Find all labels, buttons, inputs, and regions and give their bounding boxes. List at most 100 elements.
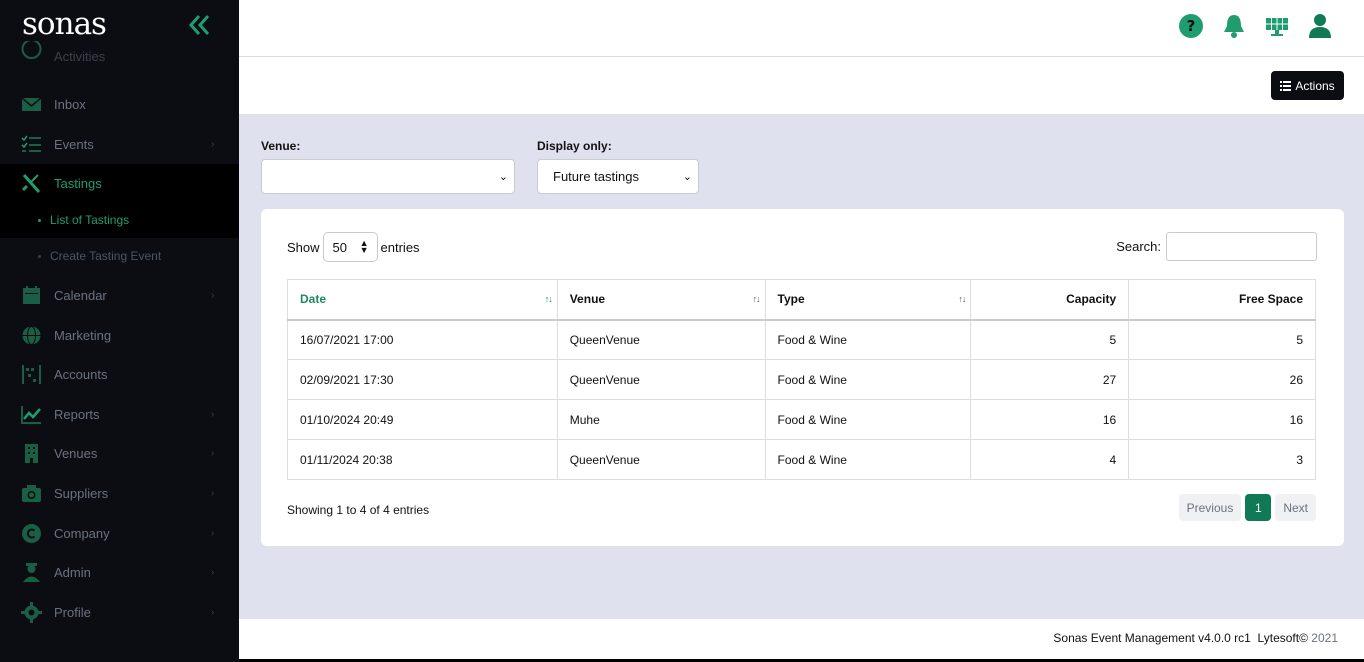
solar-panel-icon[interactable] xyxy=(1265,13,1289,39)
page-1-button[interactable]: 1 xyxy=(1245,494,1272,521)
sidebar-item-label: Profile xyxy=(54,604,91,620)
sidebar-item-marketing[interactable]: Marketing xyxy=(0,316,239,354)
cell-date: 01/11/2024 20:38 xyxy=(287,439,558,480)
top-header: ? xyxy=(239,0,1364,57)
table-row[interactable]: 02/09/2021 17:30 QueenVenue Food & Wine … xyxy=(287,359,1316,400)
entries-select-value: 50 xyxy=(332,239,347,255)
sidebar-subitem-create-tasting-event[interactable]: Create Tasting Event xyxy=(0,238,239,274)
sort-updown-icon: ▲ ▼ xyxy=(359,238,369,255)
entries-select[interactable]: 50 ▲ ▼ xyxy=(322,232,378,262)
main-content: Venue: ⌄ Display only: Future tastings ⌄… xyxy=(239,114,1364,619)
utensils-icon xyxy=(21,173,41,193)
footer-text: Sonas Event Management v4.0.0 rc1 Lyteso… xyxy=(1053,631,1338,645)
column-header-free-space[interactable]: Free Space xyxy=(1128,279,1316,321)
pagination: Previous 1 Next xyxy=(1178,494,1316,521)
sidebar-item-activities[interactable]: Activities xyxy=(0,41,239,73)
sidebar-item-calendar[interactable]: Calendar › xyxy=(0,276,239,314)
chevron-down-icon: ⌄ xyxy=(682,171,692,183)
chevron-right-icon: › xyxy=(211,447,215,459)
sidebar-item-label: Suppliers xyxy=(54,485,109,501)
entries-length-control: Show 50 ▲ ▼ entries xyxy=(287,232,420,262)
search-input[interactable] xyxy=(1166,232,1317,261)
sidebar-item-events[interactable]: Events › xyxy=(0,125,239,163)
table-row[interactable]: 01/10/2024 20:49 Muhe Food & Wine 16 16 xyxy=(287,399,1316,440)
column-header-label: Type xyxy=(777,292,805,307)
column-header-date[interactable]: Date ↑↓ xyxy=(287,279,558,321)
chevron-right-icon: › xyxy=(211,566,215,578)
sidebar-subitem-label: Create Tasting Event xyxy=(50,249,162,263)
cell-free-space: 16 xyxy=(1128,399,1316,440)
cell-type: Food & Wine xyxy=(764,319,972,360)
venue-filter-label: Venue: xyxy=(261,139,301,153)
footer-year: 2021 xyxy=(1311,631,1338,645)
sidebar-item-label: Marketing xyxy=(54,327,112,343)
table-info: Showing 1 to 4 of 4 entries xyxy=(287,503,430,517)
sidebar-item-inbox[interactable]: Inbox xyxy=(0,85,239,123)
chevron-right-icon: › xyxy=(211,527,215,539)
cell-type: Food & Wine xyxy=(764,359,972,400)
cell-capacity: 4 xyxy=(970,439,1130,480)
calendar-icon xyxy=(23,285,40,304)
sidebar-item-suppliers[interactable]: Suppliers › xyxy=(0,474,239,512)
sidebar-item-reports[interactable]: Reports › xyxy=(0,395,239,433)
sidebar-item-label: Activities xyxy=(54,49,106,64)
sidebar-item-accounts[interactable]: Accounts xyxy=(0,355,239,393)
list-check-icon xyxy=(21,135,41,152)
cell-venue: QueenVenue xyxy=(556,319,766,360)
sidebar-subitem-label: List of Tastings xyxy=(50,213,130,227)
chart-line-icon xyxy=(21,405,41,424)
tastings-table: Date ↑↓ Venue ↑↓ Type ↑↓ Capacity Free Spac… xyxy=(287,279,1316,480)
sidebar-item-admin[interactable]: Admin › xyxy=(0,553,239,591)
sort-icon: ↑↓ xyxy=(958,294,966,304)
table-search: Search: xyxy=(1116,232,1317,261)
column-header-capacity[interactable]: Capacity xyxy=(970,279,1130,321)
column-header-label: Capacity xyxy=(1066,292,1117,307)
actions-button[interactable]: Actions xyxy=(1271,71,1344,100)
tastings-card: Show 50 ▲ ▼ entries Search: Date ↑↓ Venue ↑… xyxy=(261,209,1344,546)
column-header-label: Venue xyxy=(569,292,606,307)
cell-capacity: 5 xyxy=(970,319,1130,360)
sidebar-item-profile[interactable]: Profile › xyxy=(0,593,239,631)
user-icon[interactable] xyxy=(1308,13,1332,39)
venue-select[interactable]: ⌄ xyxy=(261,159,515,194)
collapse-sidebar-icon[interactable] xyxy=(188,12,212,38)
sidebar-subitem-list-of-tastings[interactable]: List of Tastings xyxy=(0,202,239,238)
sidebar-item-company[interactable]: Company › xyxy=(0,514,239,552)
column-header-label: Date xyxy=(300,292,327,307)
sort-icon: ↑↓ xyxy=(544,294,553,304)
sidebar-item-venues[interactable]: Venues › xyxy=(0,434,239,472)
bullet-icon xyxy=(38,255,41,258)
next-page-button[interactable]: Next xyxy=(1275,494,1316,521)
user-tie-icon xyxy=(23,562,40,582)
footer: Sonas Event Management v4.0.0 rc1 Lyteso… xyxy=(239,619,1364,659)
gear-icon xyxy=(21,601,42,623)
cell-capacity: 27 xyxy=(970,359,1130,400)
bullet-icon xyxy=(38,219,41,222)
cell-venue: QueenVenue xyxy=(556,359,766,400)
footer-credit: Sonas Event Management v4.0.0 rc1 Lyteso… xyxy=(1053,631,1308,645)
svg-text:?: ? xyxy=(1187,17,1196,35)
cell-type: Food & Wine xyxy=(764,439,972,480)
cell-venue: Muhe xyxy=(556,399,766,440)
bell-icon[interactable] xyxy=(1222,13,1246,39)
help-icon[interactable]: ? xyxy=(1179,13,1203,39)
previous-page-button[interactable]: Previous xyxy=(1178,494,1242,521)
chevron-right-icon: › xyxy=(211,138,215,150)
cell-free-space: 5 xyxy=(1128,319,1316,360)
globe-icon xyxy=(22,325,41,345)
show-label: Show xyxy=(287,239,320,255)
display-only-select[interactable]: Future tastings ⌄ xyxy=(537,159,699,194)
table-row[interactable]: 01/11/2024 20:38 QueenVenue Food & Wine … xyxy=(287,439,1316,480)
logo: sonas xyxy=(22,6,107,42)
building-icon xyxy=(25,443,38,463)
table-row[interactable]: 16/07/2021 17:00 QueenVenue Food & Wine … xyxy=(287,319,1316,360)
cell-type: Food & Wine xyxy=(764,399,972,440)
cell-date: 01/10/2024 20:49 xyxy=(287,399,558,440)
sidebar-item-tastings[interactable]: Tastings xyxy=(0,164,239,202)
column-header-venue[interactable]: Venue ↑↓ xyxy=(556,279,766,321)
chevron-right-icon: › xyxy=(211,289,215,301)
chevron-down-icon: ⌄ xyxy=(498,171,508,183)
actions-label: Actions xyxy=(1295,78,1335,93)
column-header-type[interactable]: Type ↑↓ xyxy=(764,279,972,321)
cell-date: 16/07/2021 17:00 xyxy=(287,319,558,360)
